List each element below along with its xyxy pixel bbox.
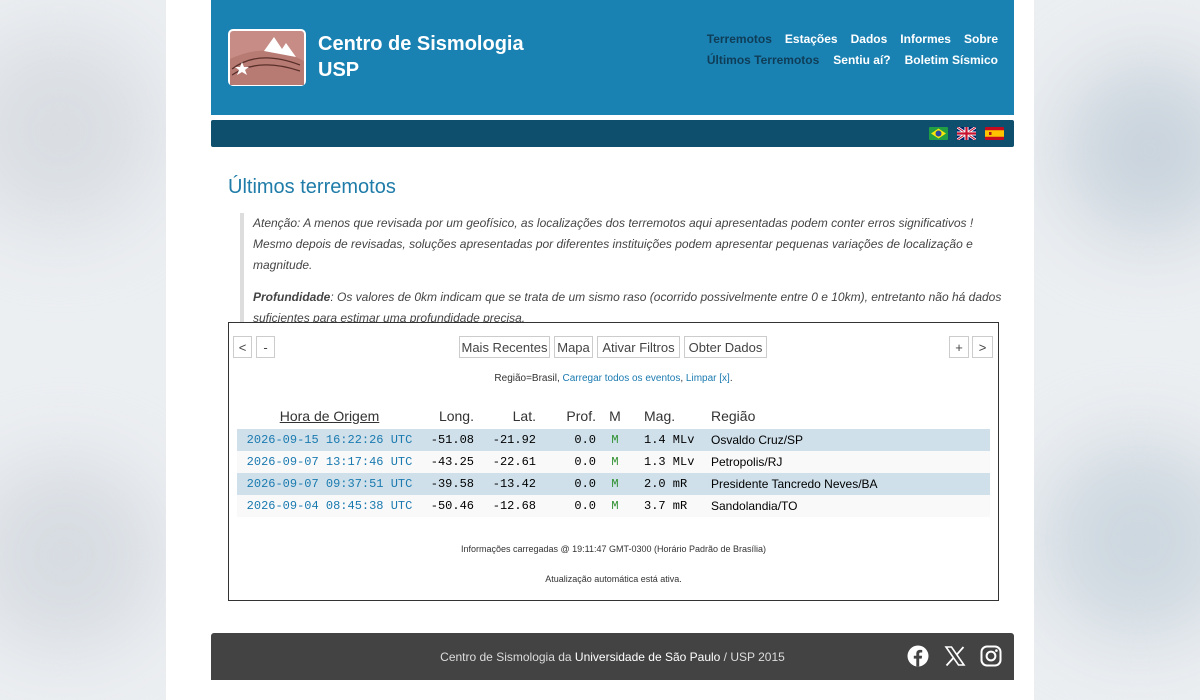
site-title-line1: Centro de Sismologia bbox=[318, 33, 524, 55]
event-m-flag: M bbox=[596, 495, 634, 517]
header-depth: Prof. bbox=[566, 408, 596, 424]
next-page-button[interactable]: > bbox=[972, 336, 993, 358]
table-header-row: Hora de Origem Long. Lat. Prof. M Mag. R… bbox=[237, 403, 990, 429]
event-depth: 0.0 bbox=[536, 429, 596, 451]
site-title[interactable]: Centro de Sismologia USP bbox=[318, 31, 524, 83]
event-latitude: -13.42 bbox=[474, 473, 536, 495]
zoom-in-button[interactable]: + bbox=[949, 336, 969, 358]
event-m-flag: M bbox=[596, 451, 634, 473]
table-row[interactable]: 2026-09-04 08:45:38 UTC -50.46 -12.68 0.… bbox=[237, 495, 990, 517]
header-origin-time[interactable]: Hora de Origem bbox=[237, 403, 422, 429]
spain-flag-icon[interactable] bbox=[985, 127, 1004, 140]
event-magnitude: 2.0 mR bbox=[634, 473, 706, 495]
table-row[interactable]: 2026-09-07 09:37:51 UTC -39.58 -13.42 0.… bbox=[237, 473, 990, 495]
clear-filter-link[interactable]: Limpar [x] bbox=[686, 373, 730, 384]
facebook-icon[interactable] bbox=[907, 645, 929, 667]
event-depth: 0.0 bbox=[536, 451, 596, 473]
site-title-line2: USP bbox=[318, 59, 360, 81]
university-link[interactable]: Universidade de São Paulo bbox=[575, 650, 720, 664]
nav-sobre[interactable]: Sobre bbox=[964, 32, 998, 46]
event-longitude: -39.58 bbox=[422, 473, 474, 495]
uk-flag-icon[interactable] bbox=[957, 127, 976, 140]
x-icon[interactable] bbox=[944, 645, 966, 667]
footer-prefix: Centro de Sismologia da bbox=[440, 650, 575, 664]
site-footer: Centro de Sismologia da Universidade de … bbox=[211, 633, 1014, 680]
event-depth: 0.0 bbox=[536, 473, 596, 495]
auto-update-status: Atualização automática está ativa. bbox=[545, 574, 682, 584]
earthquake-table: Hora de Origem Long. Lat. Prof. M Mag. R… bbox=[237, 403, 990, 517]
nav-dados[interactable]: Dados bbox=[851, 32, 888, 46]
enable-filters-button[interactable]: Ativar Filtros bbox=[597, 336, 680, 358]
event-magnitude: 1.3 MLv bbox=[634, 451, 706, 473]
primary-nav: Terremotos Estações Dados Informes Sobre bbox=[707, 32, 998, 46]
header-m: M bbox=[609, 408, 621, 424]
footer-credit: Centro de Sismologia da Universidade de … bbox=[211, 650, 1014, 664]
get-data-button[interactable]: Obter Dados bbox=[684, 336, 767, 358]
nav-terremotos[interactable]: Terremotos bbox=[707, 32, 772, 46]
secondary-nav: Últimos Terremotos Sentiu aí? Boletim Sí… bbox=[707, 53, 998, 67]
nav-estacoes[interactable]: Estações bbox=[785, 32, 838, 46]
event-latitude: -22.61 bbox=[474, 451, 536, 473]
nav-informes[interactable]: Informes bbox=[900, 32, 951, 46]
event-m-flag: M bbox=[596, 473, 634, 495]
region-filter-text: Região=Brasil, bbox=[494, 373, 563, 384]
brazil-flag-icon[interactable] bbox=[929, 127, 948, 140]
prev-page-button[interactable]: < bbox=[233, 336, 252, 358]
nav-ultimos-terremotos[interactable]: Últimos Terremotos bbox=[707, 53, 819, 67]
load-all-events-link[interactable]: Carregar todos os eventos bbox=[563, 373, 681, 384]
nav-boletim-sismico[interactable]: Boletim Sísmico bbox=[905, 53, 998, 67]
event-time-link[interactable]: 2026-09-04 08:45:38 UTC bbox=[247, 499, 413, 513]
event-longitude: -50.46 bbox=[422, 495, 474, 517]
depth-text: : Os valores de 0km indicam que se trata… bbox=[253, 290, 1002, 325]
event-magnitude: 1.4 MLv bbox=[634, 429, 706, 451]
event-depth: 0.0 bbox=[536, 495, 596, 517]
filter-end: . bbox=[729, 373, 733, 384]
seismology-logo[interactable] bbox=[228, 29, 306, 86]
notice-box: Atenção: A menos que revisada por um geo… bbox=[240, 213, 1013, 340]
header-latitude: Lat. bbox=[512, 408, 536, 424]
event-m-flag: M bbox=[596, 429, 634, 451]
site-header: Centro de Sismologia USP Terremotos Esta… bbox=[211, 0, 1014, 115]
event-latitude: -12.68 bbox=[474, 495, 536, 517]
page-title: Últimos terremotos bbox=[228, 176, 396, 198]
accuracy-warning: Atenção: A menos que revisada por um geo… bbox=[253, 216, 974, 272]
nav-sentiu-ai[interactable]: Sentiu aí? bbox=[833, 53, 890, 67]
header-longitude: Long. bbox=[438, 408, 474, 424]
filter-status: Região=Brasil, Carregar todos os eventos… bbox=[229, 373, 998, 384]
header-magnitude: Mag. bbox=[644, 408, 676, 424]
event-time-link[interactable]: 2026-09-15 16:22:26 UTC bbox=[247, 433, 413, 447]
depth-label: Profundidade bbox=[253, 290, 331, 304]
event-longitude: -51.08 bbox=[422, 429, 474, 451]
most-recent-button[interactable]: Mais Recentes bbox=[459, 336, 550, 358]
event-region: Presidente Tancredo Neves/BA bbox=[706, 473, 990, 495]
event-region: Petropolis/RJ bbox=[706, 451, 990, 473]
footer-suffix: / USP 2015 bbox=[720, 650, 785, 664]
event-time-link[interactable]: 2026-09-07 13:17:46 UTC bbox=[247, 455, 413, 469]
event-magnitude: 3.7 mR bbox=[634, 495, 706, 517]
event-region: Osvaldo Cruz/SP bbox=[706, 429, 990, 451]
earthquake-panel: < - Mais Recentes Mapa Ativar Filtros Ob… bbox=[228, 322, 999, 601]
page-container: Centro de Sismologia USP Terremotos Esta… bbox=[166, 0, 1034, 700]
map-button[interactable]: Mapa bbox=[554, 336, 593, 358]
language-bar bbox=[211, 120, 1014, 147]
zoom-out-button[interactable]: - bbox=[256, 336, 275, 358]
header-region: Região bbox=[711, 408, 756, 424]
table-row[interactable]: 2026-09-07 13:17:46 UTC -43.25 -22.61 0.… bbox=[237, 451, 990, 473]
loaded-timestamp: Informações carregadas @ 19:11:47 GMT-03… bbox=[460, 544, 767, 554]
event-time-link[interactable]: 2026-09-07 09:37:51 UTC bbox=[247, 477, 413, 491]
table-row[interactable]: 2026-09-15 16:22:26 UTC -51.08 -21.92 0.… bbox=[237, 429, 990, 451]
event-latitude: -21.92 bbox=[474, 429, 536, 451]
instagram-icon[interactable] bbox=[980, 645, 1002, 667]
event-longitude: -43.25 bbox=[422, 451, 474, 473]
event-region: Sandolandia/TO bbox=[706, 495, 990, 517]
